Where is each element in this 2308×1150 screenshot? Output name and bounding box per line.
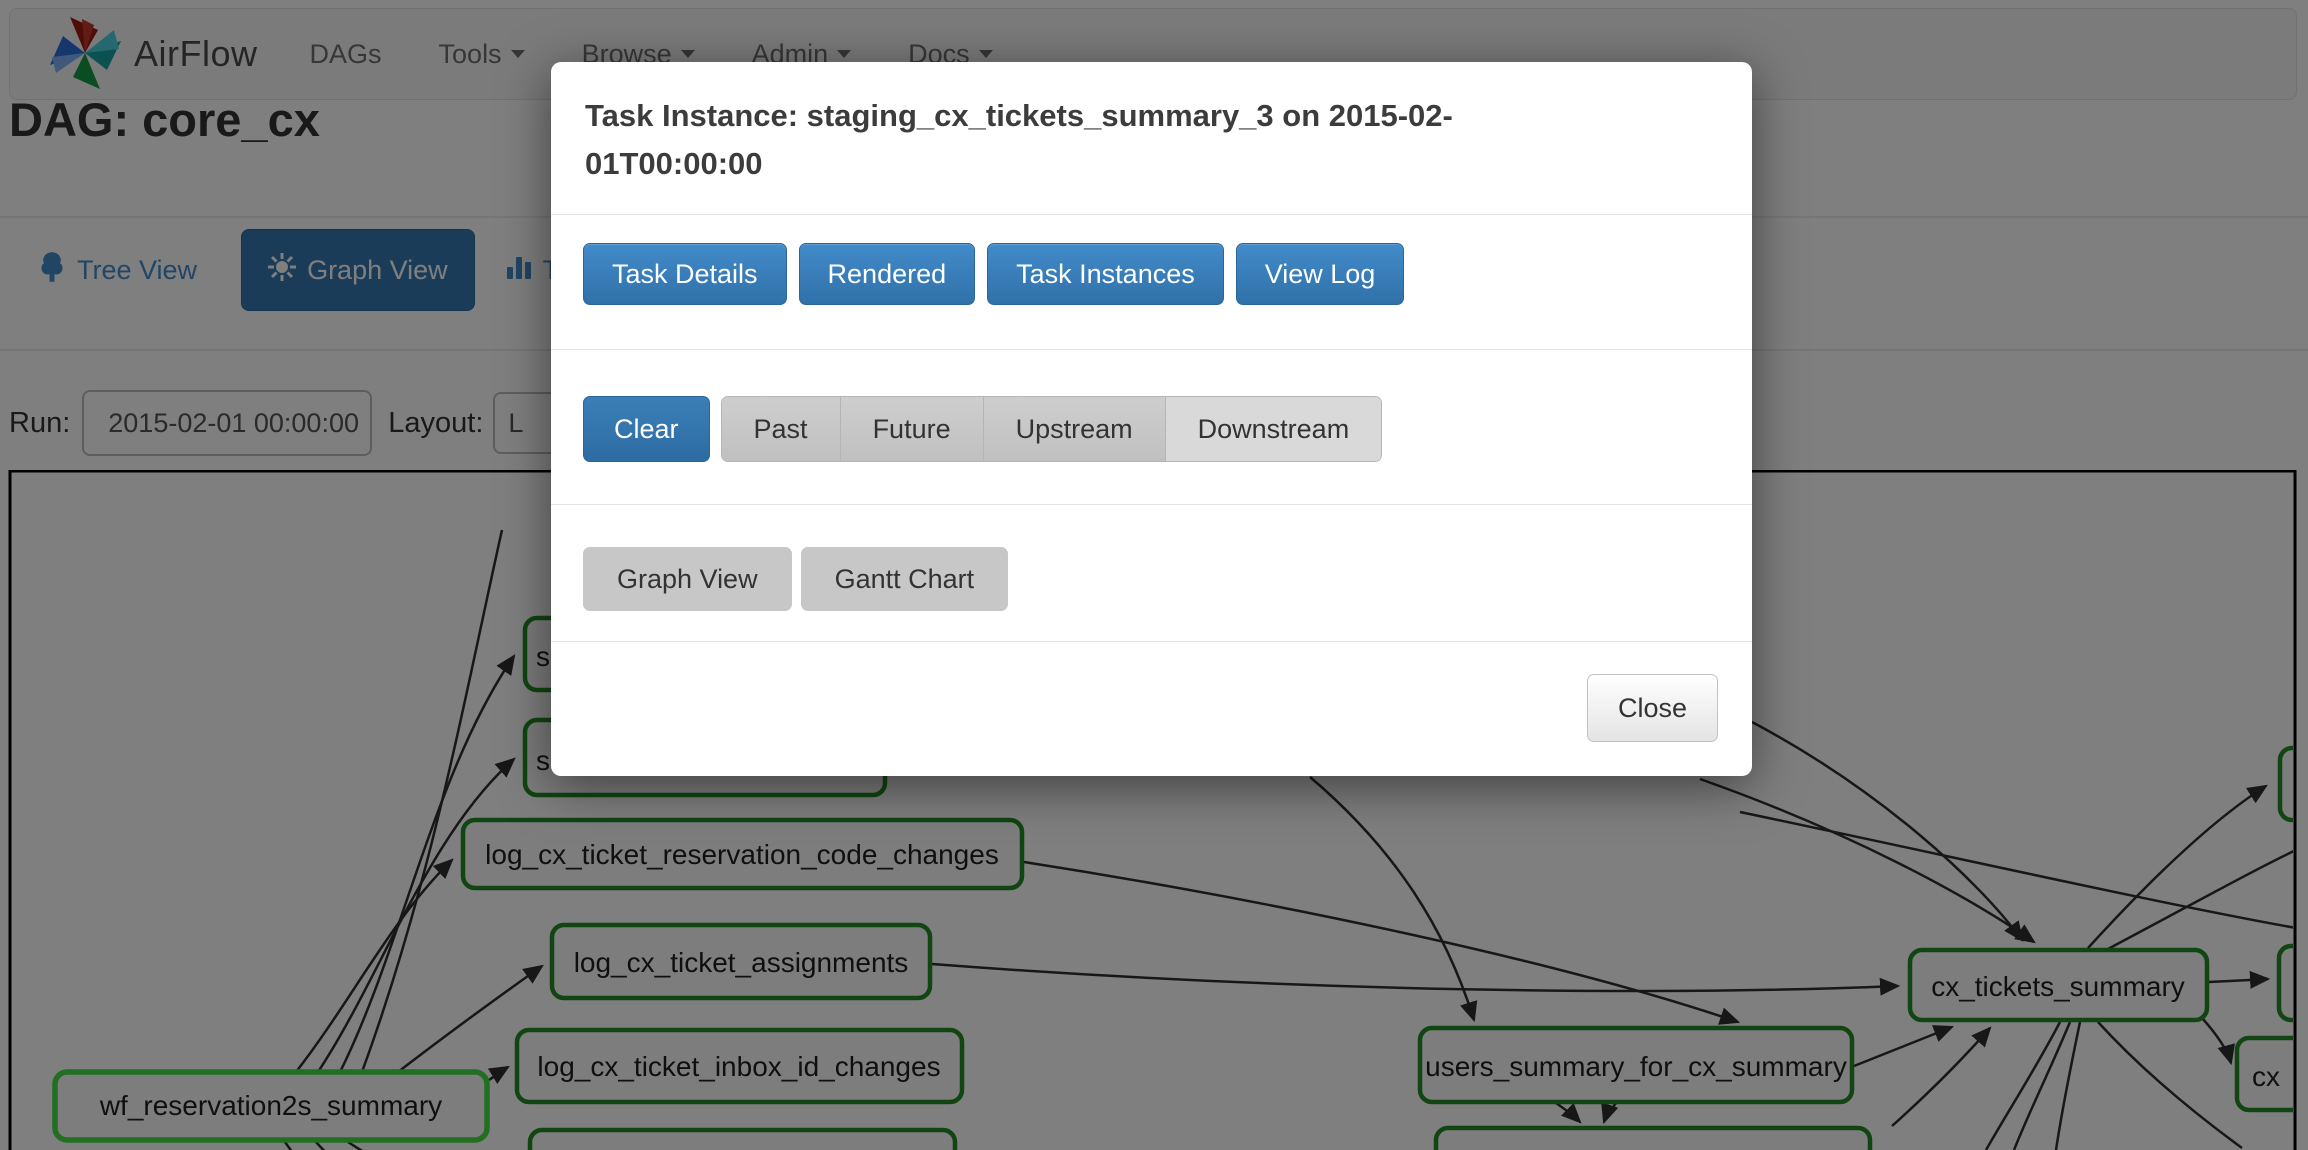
- modal-footer: Close: [551, 641, 1752, 776]
- task-instances-button[interactable]: Task Instances: [987, 243, 1224, 305]
- downstream-toggle[interactable]: Downstream: [1165, 397, 1382, 461]
- button-label: Upstream: [1015, 413, 1133, 444]
- task-details-button[interactable]: Task Details: [583, 243, 787, 305]
- modal-header: Task Instance: staging_cx_tickets_summar…: [551, 62, 1752, 215]
- button-label: Future: [872, 413, 951, 444]
- button-label: Task Instances: [1016, 258, 1195, 289]
- modal-title: Task Instance: staging_cx_tickets_summar…: [585, 98, 1453, 181]
- past-toggle[interactable]: Past: [721, 397, 841, 461]
- modal-gantt-chart-button[interactable]: Gantt Chart: [800, 547, 1009, 611]
- upstream-toggle[interactable]: Upstream: [983, 397, 1166, 461]
- button-label: Task Details: [612, 258, 758, 289]
- modal-action-row: Task Details Rendered Task Instances Vie…: [551, 215, 1752, 350]
- button-label: Downstream: [1197, 413, 1350, 444]
- button-label: Gantt Chart: [834, 563, 975, 594]
- scope-button-group: Past Future Upstream Downstream: [720, 396, 1383, 462]
- button-label: Rendered: [827, 258, 947, 289]
- button-label: Close: [1617, 692, 1687, 723]
- button-label: Graph View: [617, 563, 758, 594]
- button-label: View Log: [1264, 258, 1376, 289]
- button-label: Clear: [614, 413, 679, 444]
- clear-button[interactable]: Clear: [583, 396, 710, 462]
- task-instance-modal: Task Instance: staging_cx_tickets_summar…: [551, 62, 1752, 776]
- rendered-button[interactable]: Rendered: [798, 243, 976, 305]
- button-label: Past: [753, 413, 808, 444]
- view-log-button[interactable]: View Log: [1235, 243, 1405, 305]
- modal-graph-view-button[interactable]: Graph View: [583, 547, 792, 611]
- airflow-page: AirFlow DAGs Tools Browse Admin Docs: [0, 0, 2308, 1150]
- future-toggle[interactable]: Future: [840, 397, 984, 461]
- close-button[interactable]: Close: [1586, 674, 1718, 742]
- modal-view-row: Graph View Gantt Chart: [551, 505, 1752, 641]
- modal-clear-row: Clear Past Future Upstream Downstream: [551, 350, 1752, 505]
